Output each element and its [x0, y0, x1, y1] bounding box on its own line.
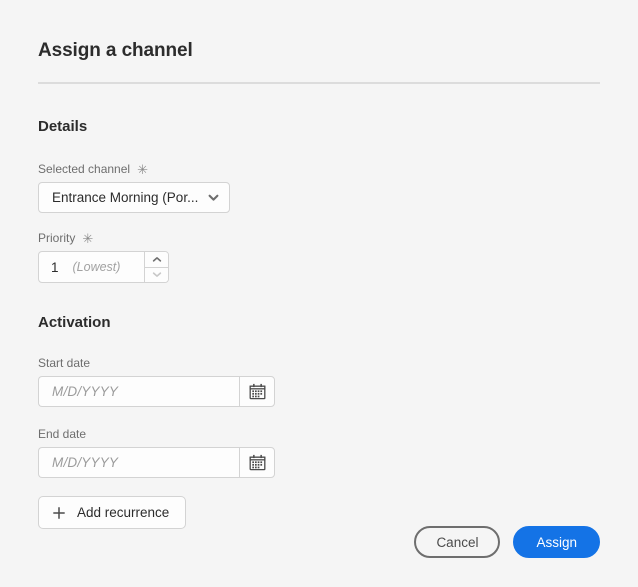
chevron-down-icon [152, 272, 161, 278]
end-date-label: End date [38, 427, 600, 441]
plus-icon [52, 506, 66, 520]
priority-value: 1 [51, 259, 59, 275]
page-title: Assign a channel [38, 40, 193, 61]
section-heading-activation: Activation [38, 314, 111, 331]
selected-channel-label-text: Selected channel [38, 162, 131, 176]
assign-button[interactable]: Assign [513, 526, 600, 558]
start-date-placeholder: M/D/YYYY [52, 384, 119, 399]
priority-label: Priority ✳ [38, 231, 600, 245]
end-date-input[interactable]: M/D/YYYY [38, 447, 239, 478]
priority-input[interactable]: 1 (Lowest) [39, 252, 144, 282]
end-date-label-text: End date [38, 427, 87, 441]
chevron-up-icon [152, 256, 161, 262]
field-group-start-date: Start date M/D/YYYY [38, 356, 600, 407]
start-date-input[interactable]: M/D/YYYY [38, 376, 239, 407]
calendar-icon [249, 383, 265, 400]
end-date-calendar-button[interactable] [239, 447, 275, 478]
priority-stepper-buttons [144, 252, 168, 282]
priority-decrement-button[interactable] [145, 267, 168, 282]
add-recurrence-label: Add recurrence [77, 505, 170, 520]
priority-increment-button[interactable] [145, 252, 168, 268]
selected-channel-value: Entrance Morning (Por... [52, 190, 199, 205]
start-date-calendar-button[interactable] [239, 376, 275, 407]
title-divider [38, 82, 600, 84]
end-date-field: M/D/YYYY [38, 447, 275, 478]
selected-channel-picker[interactable]: Entrance Morning (Por... [38, 182, 230, 213]
assign-channel-dialog: Assign a channel Details Selected channe… [0, 0, 638, 587]
priority-stepper[interactable]: 1 (Lowest) [38, 251, 169, 283]
cancel-button[interactable]: Cancel [414, 526, 501, 558]
calendar-icon [249, 454, 265, 471]
add-recurrence-button[interactable]: Add recurrence [38, 496, 187, 529]
chevron-down-icon [207, 191, 220, 204]
required-asterisk-icon: ✳ [137, 162, 148, 177]
dialog-footer-actions: Cancel Assign [414, 526, 600, 558]
field-group-end-date: End date M/D/YYYY [38, 427, 600, 478]
start-date-label-text: Start date [38, 356, 91, 370]
required-asterisk-icon: ✳ [82, 231, 94, 246]
section-heading-details: Details [38, 118, 88, 135]
start-date-field: M/D/YYYY [38, 376, 275, 407]
end-date-placeholder: M/D/YYYY [52, 455, 119, 470]
priority-hint: (Lowest) [72, 260, 121, 274]
field-group-selected-channel: Selected channel ✳ Entrance Morning (Por… [38, 162, 600, 213]
selected-channel-label: Selected channel ✳ [38, 162, 600, 176]
priority-label-text: Priority [38, 231, 76, 245]
start-date-label: Start date [38, 356, 600, 370]
field-group-priority: Priority ✳ 1 (Lowest) [38, 231, 600, 283]
